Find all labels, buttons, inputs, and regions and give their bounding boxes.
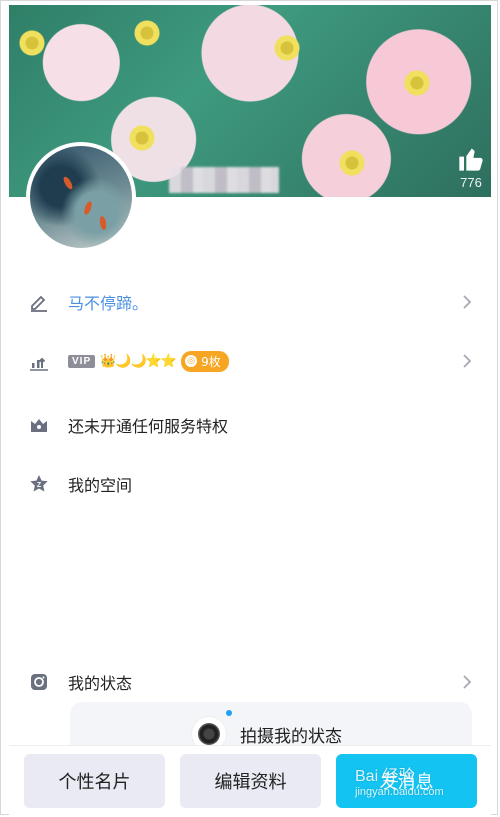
chevron-right-icon [463, 354, 472, 368]
vip-tag: VIP [68, 354, 96, 368]
flower-decoration [129, 125, 155, 151]
chevron-right-icon [463, 675, 472, 689]
fish-decoration [61, 175, 75, 191]
crown-box-icon [28, 414, 50, 436]
qzone-star-icon: Z [28, 473, 50, 495]
capture-status-label: 拍摄我的状态 [240, 727, 342, 747]
baidu-watermark: Bai 经验 jingyan.baidu.com [355, 762, 444, 798]
service-label: 还未开通任何服务特权 [68, 417, 229, 436]
coin-badge[interactable]: ◎ 9枚 [181, 350, 229, 372]
signature-row[interactable]: 马不停蹄。 [0, 282, 500, 322]
blurred-nickname [169, 167, 279, 193]
space-row[interactable]: Z 我的空间 [0, 464, 500, 504]
level-badges: 👑🌙🌙⭐⭐ [100, 353, 177, 369]
fish-decoration [82, 200, 94, 216]
level-up-icon [28, 350, 50, 372]
pencil-icon [28, 291, 50, 313]
like-count: 776 [460, 175, 482, 190]
flower-decoration [339, 150, 365, 176]
flower-decoration [19, 30, 45, 56]
space-label: 我的空间 [68, 476, 133, 495]
fish-decoration [98, 215, 108, 231]
chevron-right-icon [463, 295, 472, 309]
signature-text: 马不停蹄。 [68, 294, 149, 313]
like-button[interactable]: 776 [454, 145, 488, 190]
status-row[interactable]: 我的状态 [0, 662, 500, 702]
new-indicator-dot [226, 710, 232, 716]
level-row[interactable]: VIP 👑🌙🌙⭐⭐ ◎ 9枚 [0, 341, 500, 381]
profile-card-button[interactable]: 个性名片 [24, 754, 165, 808]
flower-decoration [134, 20, 160, 46]
watermark-brand: Bai 经验 [355, 768, 415, 785]
coin-icon: ◎ [185, 355, 198, 367]
camera-square-icon [28, 671, 50, 693]
flower-decoration [274, 35, 300, 61]
watermark-url: jingyan.baidu.com [355, 786, 444, 798]
avatar[interactable] [26, 142, 136, 252]
svg-text:Z: Z [37, 482, 42, 489]
level-info: VIP 👑🌙🌙⭐⭐ ◎ 9枚 [68, 350, 229, 372]
thumbs-up-icon [459, 148, 483, 171]
flower-decoration [404, 70, 430, 96]
service-row[interactable]: 还未开通任何服务特权 [0, 405, 500, 445]
status-label: 我的状态 [68, 674, 133, 693]
edit-profile-button[interactable]: 编辑资料 [180, 754, 321, 808]
coin-count: 9枚 [201, 354, 221, 369]
